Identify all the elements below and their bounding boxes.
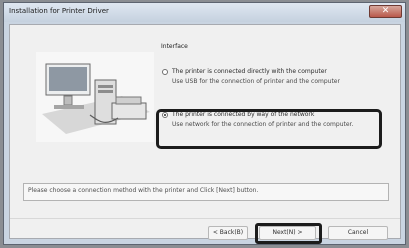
- installer-window: Installation for Printer Driver ✕ Interf…: [3, 2, 406, 245]
- window-title: Installation for Printer Driver: [9, 7, 109, 15]
- close-button[interactable]: ✕: [369, 5, 402, 18]
- printer-computer-illustration: [36, 52, 154, 142]
- dialog-content: Interface The printer is connected direc…: [9, 24, 401, 244]
- back-button[interactable]: < Back(B): [208, 226, 248, 240]
- usb-connection-option[interactable]: The printer is connected directly with t…: [162, 68, 392, 98]
- status-message: Please choose a connection method with t…: [23, 183, 389, 201]
- interface-group-title: Interface: [161, 43, 188, 50]
- close-icon: ✕: [381, 6, 390, 16]
- network-option-highlight: [156, 109, 382, 149]
- title-bar: Installation for Printer Driver ✕: [4, 3, 405, 22]
- next-button-highlight: [255, 223, 322, 244]
- usb-option-description: Use USB for the connection of printer an…: [172, 78, 340, 85]
- cancel-button[interactable]: Cancel: [328, 226, 388, 240]
- footer-divider: [10, 218, 400, 219]
- radio-button-usb[interactable]: [162, 69, 168, 75]
- usb-option-label: The printer is connected directly with t…: [172, 68, 327, 75]
